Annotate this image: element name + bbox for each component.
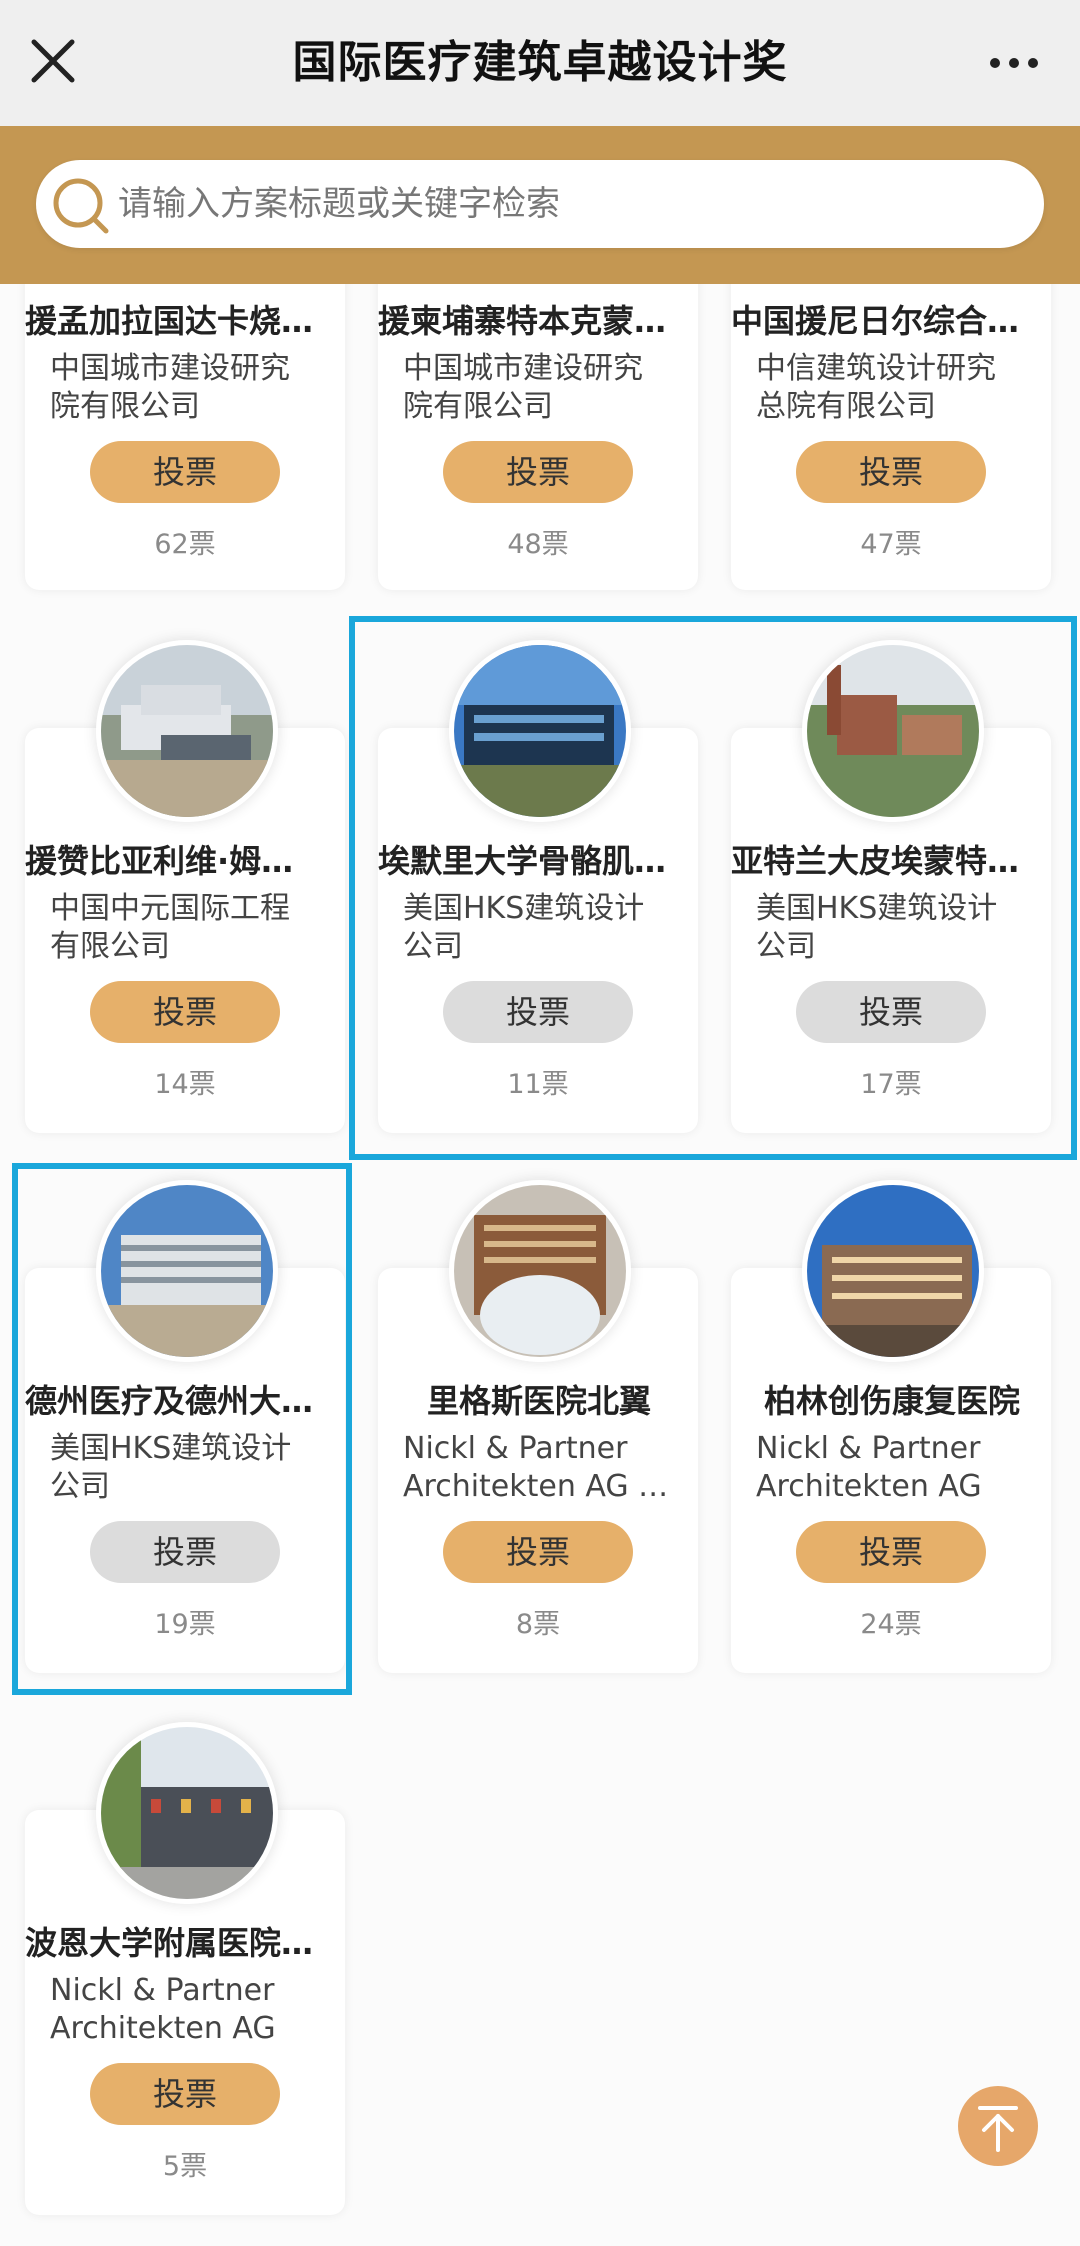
- search-input-overlay[interactable]: 请输入方案标题或关键字检索: [36, 160, 1044, 248]
- entry-title[interactable]: 援赞比亚利维·姆…: [25, 836, 347, 882]
- vote-count: 8票: [515, 1609, 561, 1640]
- highlight-box: [12, 1163, 352, 1695]
- entry-organization: Nickl & Partner Architekten AG: [756, 1431, 982, 1504]
- vote-button[interactable]: 投票: [443, 441, 633, 503]
- entry-title[interactable]: 波恩大学附属医院…: [25, 1918, 347, 1964]
- vote-count: 47票: [860, 529, 922, 560]
- entry-organization: 中国城市建设研究 院有限公司: [403, 351, 643, 424]
- search-icon: [53, 178, 109, 234]
- page-title: 国际医疗建筑卓越设计奖: [292, 37, 788, 88]
- top-bar-overlay: 国际医疗建筑卓越设计奖: [0, 0, 1080, 126]
- highlight-box: [349, 616, 1077, 1160]
- entry-title[interactable]: 柏林创伤康复医院: [731, 1376, 1053, 1422]
- entry-photo[interactable]: [449, 1180, 631, 1362]
- entry-title[interactable]: 援柬埔寨特本克蒙…: [378, 296, 700, 342]
- search-placeholder: 请输入方案标题或关键字检索: [118, 184, 560, 224]
- vote-count: 5票: [162, 2151, 208, 2182]
- more-icon[interactable]: [990, 48, 1046, 78]
- entry-organization: 中国城市建设研究 院有限公司: [50, 351, 290, 424]
- back-to-top-button[interactable]: [958, 2086, 1038, 2166]
- vote-button[interactable]: 投票: [90, 981, 280, 1043]
- entry-title[interactable]: 里格斯医院北翼: [378, 1376, 700, 1422]
- entry-title[interactable]: 中国援尼日尔综合…: [731, 296, 1053, 342]
- entry-photo[interactable]: [96, 640, 278, 822]
- vote-button[interactable]: 投票: [90, 2063, 280, 2125]
- vote-button[interactable]: 投票: [796, 441, 986, 503]
- vote-button[interactable]: 投票: [443, 1521, 633, 1583]
- entry-photo[interactable]: [802, 1180, 984, 1362]
- entry-title[interactable]: 援孟加拉国达卡烧…: [25, 296, 347, 342]
- vote-button[interactable]: 投票: [796, 1521, 986, 1583]
- entry-photo[interactable]: [96, 1722, 278, 1904]
- vote-count: 14票: [154, 1069, 216, 1100]
- vote-count: 48票: [507, 529, 569, 560]
- arrow-up-icon: [978, 2106, 1018, 2152]
- entry-organization: Nickl & Partner Architekten AG …: [403, 1431, 669, 1504]
- vote-count: 24票: [860, 1609, 922, 1640]
- entry-organization: Nickl & Partner Architekten AG: [50, 1973, 276, 2046]
- entry-organization: 中信建筑设计研究 总院有限公司: [756, 351, 996, 424]
- entry-organization: 中国中元国际工程 有限公司: [50, 891, 290, 964]
- vote-count: 62票: [154, 529, 216, 560]
- vote-button[interactable]: 投票: [90, 441, 280, 503]
